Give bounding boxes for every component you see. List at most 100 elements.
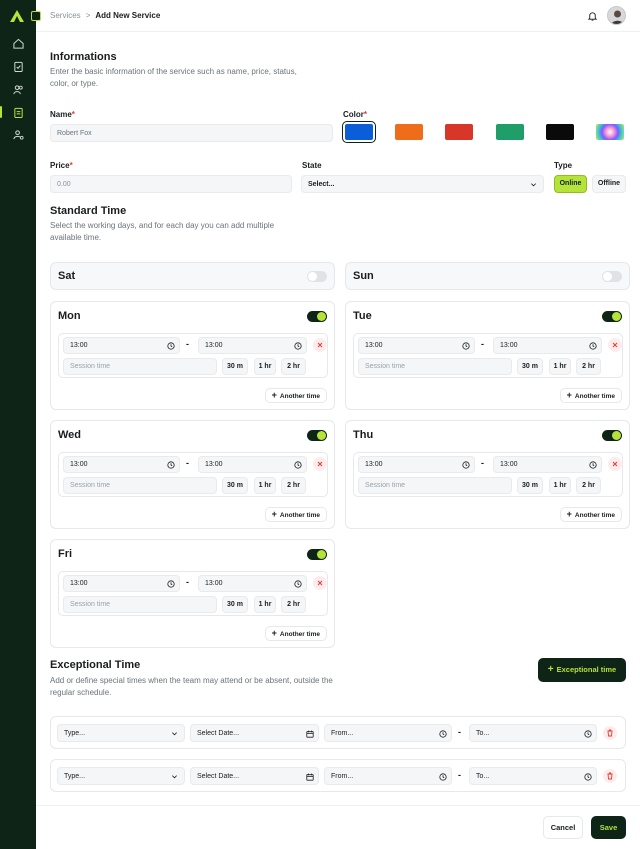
date-field[interactable]: Select Date... bbox=[190, 724, 319, 742]
chip-2hr[interactable]: 2 hr bbox=[281, 596, 306, 613]
day-card-thu: Thu 13:00 - 13:00 Session time 30 m 1 hr… bbox=[345, 420, 630, 529]
chip-1hr[interactable]: 1 hr bbox=[254, 596, 276, 613]
chip-30m[interactable]: 30 m bbox=[222, 596, 248, 613]
day-toggle-mon[interactable] bbox=[307, 311, 327, 322]
day-card-sat: Sat bbox=[50, 262, 335, 290]
exceptional-row: Type... Select Date... From... - To... bbox=[50, 716, 626, 749]
from-time-field[interactable]: From... bbox=[324, 724, 452, 742]
save-button[interactable]: Save bbox=[591, 816, 626, 839]
close-icon bbox=[317, 342, 323, 348]
time-slot: 13:00 - 13:00 Session time 30 m 1 hr 2 h… bbox=[353, 452, 623, 497]
delete-row-button[interactable] bbox=[603, 726, 617, 740]
plus-icon: + bbox=[271, 628, 277, 638]
remove-slot-button[interactable] bbox=[313, 576, 327, 590]
state-value: Select... bbox=[308, 181, 335, 188]
add-exceptional-time-button[interactable]: + Exceptional time bbox=[538, 658, 626, 682]
type-online-button[interactable]: Online bbox=[554, 175, 587, 193]
another-time-button[interactable]: + Another time bbox=[264, 626, 327, 641]
day-toggle-sat[interactable] bbox=[307, 271, 327, 282]
chip-1hr[interactable]: 1 hr bbox=[254, 477, 276, 494]
day-toggle-thu[interactable] bbox=[602, 430, 622, 441]
date-field[interactable]: Select Date... bbox=[190, 767, 319, 785]
chevron-down-icon bbox=[172, 775, 177, 779]
day-toggle-wed[interactable] bbox=[307, 430, 327, 441]
time-slot: 13:00 - 13:00 Session time 30 m 1 hr 2 h… bbox=[58, 452, 328, 497]
session-time-field[interactable]: Session time bbox=[63, 358, 217, 375]
session-time-field[interactable]: Session time bbox=[358, 477, 512, 494]
day-toggle-tue[interactable] bbox=[602, 311, 622, 322]
another-time-button[interactable]: + Another time bbox=[559, 388, 622, 403]
type-select[interactable]: Type... bbox=[57, 724, 185, 742]
session-time-field[interactable]: Session time bbox=[63, 477, 217, 494]
services-icon[interactable] bbox=[13, 107, 24, 118]
chip-30m[interactable]: 30 m bbox=[222, 358, 248, 375]
end-time-field[interactable]: 13:00 bbox=[493, 337, 602, 354]
another-time-button[interactable]: + Another time bbox=[559, 507, 622, 522]
start-time-field[interactable]: 13:00 bbox=[358, 456, 475, 473]
another-time-button[interactable]: + Another time bbox=[264, 388, 327, 403]
from-time-field[interactable]: From... bbox=[324, 767, 452, 785]
to-time-field[interactable]: To... bbox=[469, 767, 597, 785]
color-label: Color* bbox=[343, 110, 368, 119]
chip-1hr[interactable]: 1 hr bbox=[254, 358, 276, 375]
avatar[interactable] bbox=[607, 6, 626, 25]
bell-icon[interactable] bbox=[587, 10, 598, 22]
chip-2hr[interactable]: 2 hr bbox=[281, 358, 306, 375]
chip-2hr[interactable]: 2 hr bbox=[576, 477, 601, 494]
end-time-field[interactable]: 13:00 bbox=[198, 337, 307, 354]
name-field[interactable]: Robert Fox bbox=[50, 124, 333, 142]
range-dash: - bbox=[186, 577, 189, 587]
chip-30m[interactable]: 30 m bbox=[222, 477, 248, 494]
home-icon[interactable] bbox=[13, 38, 24, 49]
remove-slot-button[interactable] bbox=[313, 457, 327, 471]
clipboard-icon[interactable] bbox=[13, 61, 24, 72]
end-time-field[interactable]: 13:00 bbox=[198, 456, 307, 473]
chip-2hr[interactable]: 2 hr bbox=[281, 477, 306, 494]
chevron-down-icon bbox=[531, 183, 536, 187]
range-dash: - bbox=[481, 458, 484, 468]
day-card-mon: Mon 13:00 - 13:00 Session time 30 m 1 hr… bbox=[50, 301, 335, 410]
day-toggle-fri[interactable] bbox=[307, 549, 327, 560]
another-time-button[interactable]: + Another time bbox=[264, 507, 327, 522]
color-swatch-orange[interactable] bbox=[395, 124, 423, 140]
state-select[interactable]: Select... bbox=[301, 175, 544, 193]
start-time-field[interactable]: 13:00 bbox=[358, 337, 475, 354]
standard-time-title: Standard Time bbox=[50, 205, 127, 217]
color-swatch-blue[interactable] bbox=[342, 121, 376, 143]
to-time-field[interactable]: To... bbox=[469, 724, 597, 742]
chip-1hr[interactable]: 1 hr bbox=[549, 358, 571, 375]
cancel-button[interactable]: Cancel bbox=[543, 816, 583, 839]
range-dash: - bbox=[458, 727, 461, 737]
breadcrumb-parent[interactable]: Services bbox=[50, 11, 81, 20]
type-offline-button[interactable]: Offline bbox=[592, 175, 626, 193]
end-time-field[interactable]: 13:00 bbox=[493, 456, 602, 473]
range-dash: - bbox=[186, 339, 189, 349]
user-settings-icon[interactable] bbox=[13, 129, 24, 140]
remove-slot-button[interactable] bbox=[313, 338, 327, 352]
informations-title: Informations bbox=[50, 51, 117, 63]
end-time-field[interactable]: 13:00 bbox=[198, 575, 307, 592]
price-field[interactable]: 0.00 bbox=[50, 175, 292, 193]
start-time-field[interactable]: 13:00 bbox=[63, 337, 180, 354]
remove-slot-button[interactable] bbox=[608, 457, 622, 471]
delete-row-button[interactable] bbox=[603, 769, 617, 783]
color-swatch-custom[interactable] bbox=[596, 124, 624, 140]
chip-1hr[interactable]: 1 hr bbox=[549, 477, 571, 494]
time-slot: 13:00 - 13:00 Session time 30 m 1 hr 2 h… bbox=[58, 333, 328, 378]
chip-30m[interactable]: 30 m bbox=[517, 477, 543, 494]
color-swatch-black[interactable] bbox=[546, 124, 574, 140]
users-icon[interactable] bbox=[13, 84, 24, 95]
type-select[interactable]: Type... bbox=[57, 767, 185, 785]
clock-icon bbox=[294, 342, 302, 350]
session-time-field[interactable]: Session time bbox=[358, 358, 512, 375]
logo-icon bbox=[10, 10, 24, 22]
chip-30m[interactable]: 30 m bbox=[517, 358, 543, 375]
day-toggle-sun[interactable] bbox=[602, 271, 622, 282]
start-time-field[interactable]: 13:00 bbox=[63, 456, 180, 473]
start-time-field[interactable]: 13:00 bbox=[63, 575, 180, 592]
remove-slot-button[interactable] bbox=[608, 338, 622, 352]
color-swatch-red[interactable] bbox=[445, 124, 473, 140]
chip-2hr[interactable]: 2 hr bbox=[576, 358, 601, 375]
session-time-field[interactable]: Session time bbox=[63, 596, 217, 613]
color-swatch-green[interactable] bbox=[496, 124, 524, 140]
